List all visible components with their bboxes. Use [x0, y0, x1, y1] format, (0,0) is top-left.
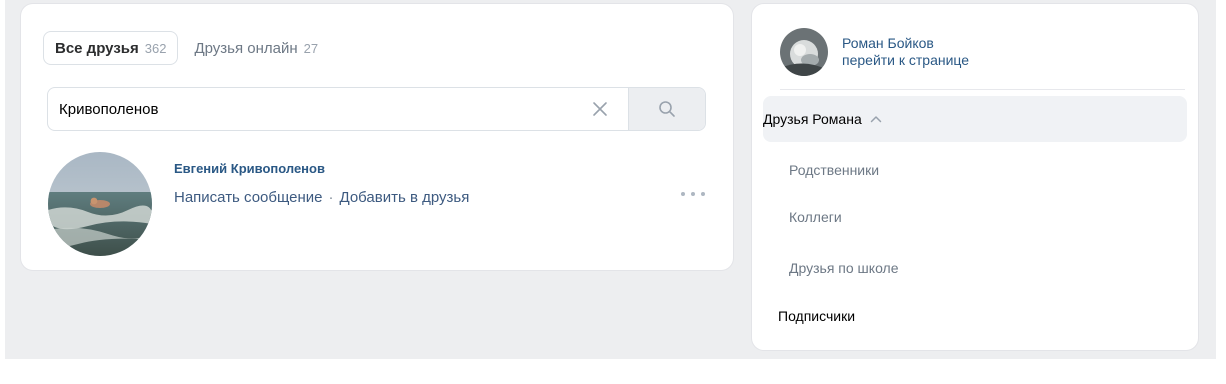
actions-separator: · [328, 189, 334, 206]
tab-all-friends-label: Все друзья [55, 39, 139, 57]
send-message-link[interactable]: Написать сообщение [174, 189, 323, 206]
clear-search-button[interactable] [578, 88, 622, 130]
profile-page-link: перейти к странице [842, 52, 970, 68]
sidebar-item-relatives[interactable]: Родственники [763, 147, 1187, 193]
friend-avatar[interactable] [48, 152, 152, 256]
sidebar-item-school-friends-label: Друзья по школе [789, 260, 899, 276]
sidebar-item-followers-label: Подписчики [778, 308, 856, 324]
page-background: Все друзья 362 Друзья онлайн 27 Кривопол… [5, 0, 1216, 359]
sidebar-item-school-friends[interactable]: Друзья по школе [763, 245, 1187, 291]
tab-friends-online-count: 27 [303, 40, 319, 56]
add-friend-link[interactable]: Добавить в друзья [340, 189, 470, 206]
sidebar-item-friends-group[interactable]: Друзья Романа [763, 96, 1187, 142]
friends-card: Все друзья 362 Друзья онлайн 27 Кривопол… [21, 4, 733, 270]
search-button[interactable] [628, 88, 705, 130]
chevron-up-icon [870, 115, 882, 123]
friend-row: Евгений Кривополенов Написать сообщение … [48, 152, 708, 258]
sidebar-item-colleagues[interactable]: Коллеги [763, 194, 1187, 240]
tab-friends-online-label: Друзья онлайн [194, 39, 298, 57]
tab-all-friends[interactable]: Все друзья 362 [43, 31, 179, 65]
sidebar-divider [780, 89, 1185, 90]
friend-name[interactable]: Евгений Кривополенов [174, 161, 325, 176]
clear-icon [593, 102, 607, 116]
tab-friends-online[interactable]: Друзья онлайн 27 [184, 31, 328, 65]
friends-tabs: Все друзья 362 Друзья онлайн 27 [43, 31, 328, 65]
tab-all-friends-count: 362 [144, 40, 167, 56]
search-icon [659, 101, 675, 117]
sidebar-item-friends-group-label: Друзья Романа [763, 111, 862, 127]
sidebar-item-colleagues-label: Коллеги [789, 209, 842, 225]
profile-link[interactable]: Роман Бойков перейти к странице [780, 28, 969, 76]
sidebar-item-relatives-label: Родственники [789, 162, 880, 178]
friends-search [47, 87, 706, 131]
more-icon[interactable] [681, 187, 705, 201]
sidebar-item-followers[interactable]: Подписчики [768, 293, 1192, 339]
search-input[interactable] [48, 88, 578, 130]
friends-sidebar: Роман Бойков перейти к странице Друзья Р… [752, 4, 1198, 350]
profile-name: Роман Бойков [842, 35, 934, 51]
profile-avatar [780, 28, 828, 76]
friend-actions: Написать сообщение · Добавить в друзья [174, 189, 469, 206]
